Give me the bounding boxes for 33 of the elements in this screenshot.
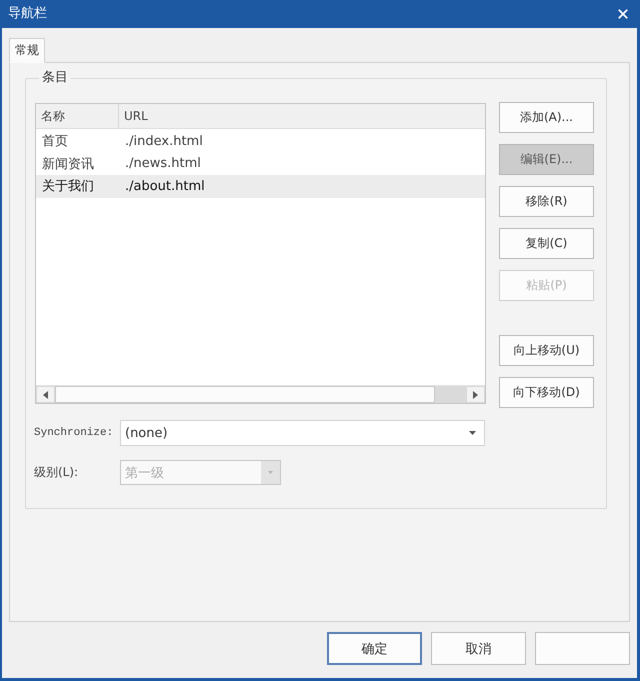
close-icon: [618, 9, 628, 19]
side-button[interactable]: 移除(R): [499, 186, 594, 217]
dialog-button[interactable]: 确定: [327, 632, 422, 665]
left-arrow-icon: [43, 390, 48, 398]
right-arrow-icon: [473, 390, 478, 398]
close-button[interactable]: [618, 9, 628, 19]
list-cell-text: 首页: [41, 133, 69, 150]
field-label: 级别(L):: [34, 464, 80, 481]
caret-down-icon: [469, 431, 476, 435]
side-button[interactable]: 向上移动(U): [499, 335, 594, 366]
caret-down-icon: [261, 461, 280, 484]
side-button[interactable]: 添加(A)...: [499, 102, 594, 133]
group-title: 条目: [41, 71, 69, 85]
tab[interactable]: 常规: [9, 38, 45, 63]
list-cell-text: ./news.html: [124, 156, 201, 172]
column-header[interactable]: 名称: [36, 104, 119, 128]
field-label: Synchronize:: [34, 427, 114, 439]
scroll-right-button[interactable]: [466, 386, 485, 403]
side-button[interactable]: 向下移动(D): [499, 377, 594, 408]
side-button[interactable]: 复制(C): [499, 228, 594, 259]
side-button[interactable]: 编辑(E)...: [499, 144, 594, 175]
list-row[interactable]: 新闻资讯 ./news.html: [36, 152, 485, 175]
list-row[interactable]: 关于我们 ./about.html: [36, 175, 485, 198]
synchronize-dropdown[interactable]: (none): [120, 420, 485, 446]
list-cell-text: 关于我们: [41, 178, 95, 196]
list-cell-text: ./index.html: [124, 134, 203, 149]
list-cell-text: ./about.html: [124, 178, 205, 194]
column-header[interactable]: URL: [119, 104, 485, 128]
scroll-left-button[interactable]: [36, 386, 55, 403]
list-row[interactable]: 首页 ./index.html: [36, 130, 485, 152]
window-title: 导航栏: [8, 6, 47, 22]
dialog-button[interactable]: 取消: [431, 632, 526, 665]
list-cell-text: 新闻资讯: [41, 156, 95, 173]
